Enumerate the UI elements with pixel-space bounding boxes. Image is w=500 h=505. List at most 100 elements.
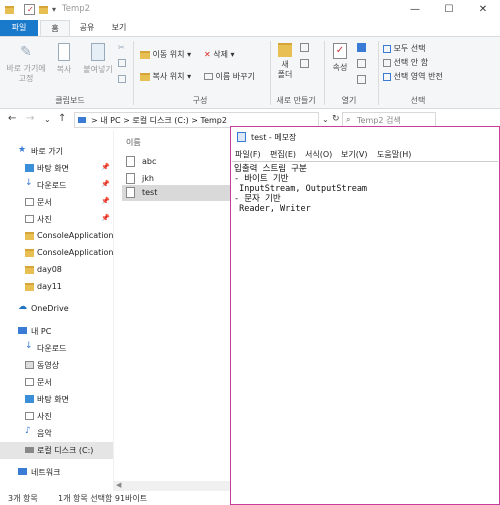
delete-button[interactable]: ✕ 삭제 ▾ bbox=[204, 49, 235, 60]
notepad-menubar: 파일(F) 편집(E) 서식(O) 보기(V) 도움말(H) bbox=[231, 147, 499, 161]
pin-icon: 📌 bbox=[101, 214, 110, 222]
search-icon: ⌕ bbox=[346, 115, 351, 124]
download-arrow-icon: ↓ bbox=[25, 341, 33, 351]
tab-view[interactable]: 보기 bbox=[104, 20, 134, 36]
menu-help[interactable]: 도움말(H) bbox=[377, 149, 411, 160]
tab-share[interactable]: 공유 bbox=[72, 20, 102, 36]
list-item-selected[interactable]: test bbox=[122, 185, 236, 201]
video-icon bbox=[25, 361, 34, 369]
pin-icon: ✎ bbox=[20, 44, 32, 60]
nav-item[interactable]: ConsoleApplication bbox=[0, 245, 113, 262]
paste-button[interactable]: 붙여넣기 bbox=[80, 43, 116, 75]
nav-item[interactable]: ConsoleApplication bbox=[0, 228, 113, 245]
maximize-button[interactable]: ☐ bbox=[432, 0, 466, 20]
nav-item[interactable]: 바탕 화면 bbox=[0, 391, 113, 408]
notepad-titlebar: test - 메모장 bbox=[231, 127, 499, 147]
music-note-icon: ♪ bbox=[25, 426, 31, 436]
select-all-icon bbox=[383, 44, 391, 53]
nav-onedrive[interactable]: ☁ OneDrive bbox=[0, 301, 113, 318]
nav-this-pc[interactable]: 내 PC bbox=[0, 323, 113, 340]
copy-to-button[interactable]: 복사 위치 ▾ bbox=[140, 71, 191, 82]
clipboard-group-label: 클립보드 bbox=[55, 96, 85, 105]
nav-quick-access[interactable]: ★ 바로 가기 bbox=[0, 143, 113, 160]
nav-item[interactable]: 문서 bbox=[0, 374, 113, 391]
edit-icon[interactable] bbox=[357, 59, 366, 68]
minimize-button[interactable]: — bbox=[398, 0, 432, 20]
new-item-icon[interactable] bbox=[300, 43, 309, 52]
select-none-icon bbox=[383, 58, 391, 67]
open-icon[interactable] bbox=[357, 43, 366, 52]
list-item[interactable]: abc bbox=[122, 154, 236, 170]
folder-icon bbox=[25, 266, 34, 274]
invert-selection-icon bbox=[383, 72, 391, 81]
up-arrow-icon[interactable]: ↑ bbox=[58, 113, 66, 124]
forward-arrow-icon[interactable]: → bbox=[26, 113, 34, 124]
nav-item[interactable]: ↓ 다운로드 📌 bbox=[0, 177, 113, 194]
horizontal-scrollbar[interactable]: ◀ bbox=[114, 481, 231, 491]
scroll-left-arrow-icon[interactable]: ◀ bbox=[116, 481, 121, 489]
refresh-icon[interactable]: ↻ bbox=[332, 114, 340, 124]
select-all-button[interactable]: 모두 선택 bbox=[383, 43, 426, 54]
paste-shortcut-icon[interactable] bbox=[118, 75, 126, 83]
divider bbox=[378, 41, 379, 105]
open-group-label: 열기 bbox=[341, 96, 357, 105]
close-button[interactable]: ✕ bbox=[466, 0, 500, 20]
history-icon[interactable] bbox=[357, 75, 366, 84]
notepad-title: test - 메모장 bbox=[251, 133, 297, 142]
recent-locations-chevron-icon[interactable]: ⌄ bbox=[44, 115, 51, 124]
rename-button[interactable]: 이름 바꾸기 bbox=[204, 71, 255, 82]
breadcrumb: > 내 PC > 로컬 디스크 (C:) > Temp2 bbox=[91, 116, 227, 125]
back-arrow-icon[interactable]: ← bbox=[8, 113, 16, 124]
nav-network[interactable]: 네트워크 bbox=[0, 464, 113, 481]
documents-icon bbox=[25, 378, 34, 386]
move-to-button[interactable]: 이동 위치 ▾ bbox=[140, 49, 191, 60]
menu-format[interactable]: 서식(O) bbox=[305, 149, 332, 160]
nav-item-local-disk[interactable]: 로컬 디스크 (C:) bbox=[0, 442, 113, 459]
cut-icon[interactable]: ✂ bbox=[118, 43, 125, 52]
nav-item[interactable]: 사진 bbox=[0, 408, 113, 425]
ribbon: ✎ 바로 가기에 고정 복사 붙여넣기 ✂ 클립보드 이동 위치 ▾ 복사 위치… bbox=[0, 36, 500, 109]
copy-path-icon[interactable] bbox=[118, 59, 126, 67]
tab-file[interactable]: 파일 bbox=[0, 20, 38, 36]
properties-quick-icon[interactable]: ✓ bbox=[24, 4, 35, 15]
organize-group-label: 구성 bbox=[192, 96, 208, 105]
text-file-icon bbox=[126, 187, 135, 198]
pc-icon bbox=[78, 117, 86, 123]
column-header-name[interactable]: 이름 bbox=[126, 137, 141, 148]
tab-home[interactable]: 홈 bbox=[40, 20, 70, 36]
computer-icon bbox=[18, 327, 27, 334]
nav-item[interactable]: day11 bbox=[0, 279, 113, 296]
desktop-folder-icon bbox=[25, 164, 34, 172]
nav-item[interactable]: 사진 📌 bbox=[0, 211, 113, 228]
file-list: 이름 abc jkh test ◀ bbox=[113, 131, 236, 491]
nav-item[interactable]: day08 bbox=[0, 262, 113, 279]
invert-selection-button[interactable]: 선택 영역 반전 bbox=[383, 71, 443, 82]
easy-access-icon[interactable] bbox=[300, 59, 309, 68]
star-icon: ★ bbox=[18, 145, 27, 155]
select-group-label: 선택 bbox=[410, 96, 426, 105]
menu-view[interactable]: 보기(V) bbox=[341, 149, 367, 160]
nav-item[interactable]: ♪ 음악 bbox=[0, 425, 113, 442]
status-bar: 3개 항목 1개 항목 선택함 91바이트 bbox=[0, 491, 230, 505]
text-file-icon bbox=[126, 173, 135, 184]
select-none-button[interactable]: 선택 안 함 bbox=[383, 57, 428, 68]
notepad-text-area[interactable]: 입출력 스트림 구분 - 바이트 기반 InputStream, OutputS… bbox=[232, 161, 498, 501]
item-count: 3개 항목 bbox=[8, 494, 38, 503]
network-icon bbox=[18, 468, 27, 475]
download-arrow-icon: ↓ bbox=[25, 178, 33, 188]
new-group-label: 새로 만들기 bbox=[276, 96, 316, 105]
address-dropdown-icon[interactable]: ⌄ bbox=[322, 115, 329, 124]
nav-item[interactable]: 바탕 화면 📌 bbox=[0, 160, 113, 177]
pin-quick-access-button[interactable]: ✎ 바로 가기에 고정 bbox=[3, 43, 49, 84]
menu-file[interactable]: 파일(F) bbox=[235, 149, 261, 160]
folder-icon bbox=[4, 4, 15, 15]
nav-item[interactable]: 동영상 bbox=[0, 357, 113, 374]
copy-button[interactable]: 복사 bbox=[51, 43, 77, 75]
new-folder-quick-icon[interactable] bbox=[38, 4, 49, 15]
nav-item[interactable]: ↓ 다운로드 bbox=[0, 340, 113, 357]
properties-button[interactable]: ✓ 속성 bbox=[328, 43, 352, 73]
menu-edit[interactable]: 편집(E) bbox=[270, 149, 296, 160]
selection-info: 1개 항목 선택함 91바이트 bbox=[58, 494, 148, 503]
new-folder-button[interactable]: 새 폴더 bbox=[274, 43, 296, 80]
nav-item[interactable]: 문서 📌 bbox=[0, 194, 113, 211]
